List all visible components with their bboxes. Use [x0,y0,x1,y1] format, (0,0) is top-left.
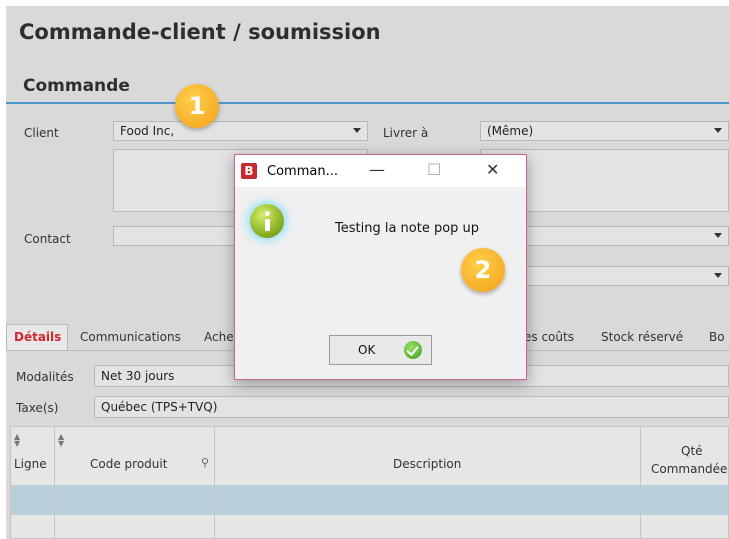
column-header-ligne[interactable]: ▲ ▼ Ligne [11,427,55,485]
page-title: Commande-client / soumission [19,20,381,44]
column-header-label: Qté [681,444,703,458]
livrer-value: (Même) [487,124,534,138]
dialog-title: Comman... [267,164,338,179]
taxes-label: Taxe(s) [16,401,59,415]
column-header-sublabel: Commandée [651,462,728,476]
tab-achats[interactable]: Ache [204,330,234,344]
table-row[interactable] [11,485,728,515]
contact-label: Contact [24,232,71,246]
column-divider [640,485,641,539]
dialog-titlebar[interactable]: B Comman... — ☐ ✕ [235,155,526,187]
close-button[interactable]: ✕ [486,162,499,178]
callout-badge-1: 1 [175,84,219,128]
maximize-button[interactable]: ☐ [427,162,441,178]
taxes-field[interactable]: Québec (TPS+TVQ) [94,396,729,418]
tab-couts[interactable]: es coûts [524,330,574,344]
client-label: Client [24,126,59,140]
order-lines-grid[interactable]: ▲ ▼ Ligne ▲ ▼ Code produit ⚲ Description Q… [10,426,729,539]
search-icon[interactable]: ⚲ [201,456,209,469]
tab-more[interactable]: Bo [709,330,725,344]
chevron-down-icon[interactable] [353,128,361,133]
app-logo-icon: B [241,163,257,179]
column-header-description[interactable]: Description [215,427,641,485]
dialog-message: Testing la note pop up [335,221,480,236]
info-icon-dot [265,211,270,216]
modalites-value: Net 30 jours [101,369,175,383]
ok-button[interactable]: OK [329,335,432,365]
column-header-code-produit[interactable]: ▲ ▼ Code produit ⚲ [55,427,215,485]
section-divider [6,102,729,104]
ok-button-label: OK [358,343,376,357]
chevron-down-icon[interactable] [714,128,722,133]
chevron-down-icon[interactable] [714,273,722,278]
minimize-button[interactable]: — [369,162,385,178]
column-divider [214,485,215,539]
column-divider [54,485,55,539]
tab-communications[interactable]: Communications [80,330,181,344]
taxes-value: Québec (TPS+TVQ) [101,400,218,414]
client-value: Food Inc, [120,124,175,138]
check-icon [404,341,422,359]
client-combobox[interactable]: Food Inc, [113,121,368,141]
livrer-combobox[interactable]: (Même) [480,121,729,141]
sort-icon[interactable]: ▲ ▼ [58,433,64,448]
column-header-qte[interactable]: Qté Commandée [641,427,729,485]
tab-stock-reserve[interactable]: Stock réservé [601,330,683,344]
chevron-down-icon[interactable] [714,233,722,238]
livrer-label: Livrer à [383,126,429,140]
callout-badge-2: 2 [461,248,505,292]
note-popup-dialog[interactable]: B Comman... — ☐ ✕ Testing la note pop up… [234,154,527,380]
tab-details[interactable]: Détails [14,330,61,344]
modalites-label: Modalités [16,370,74,384]
section-title: Commande [23,76,130,96]
info-icon-bar [265,219,270,231]
column-header-label: Description [393,457,462,471]
column-header-label: Ligne [14,457,47,471]
sort-icon[interactable]: ▲ ▼ [14,433,20,448]
column-header-label: Code produit [90,457,168,471]
info-icon [250,204,284,238]
